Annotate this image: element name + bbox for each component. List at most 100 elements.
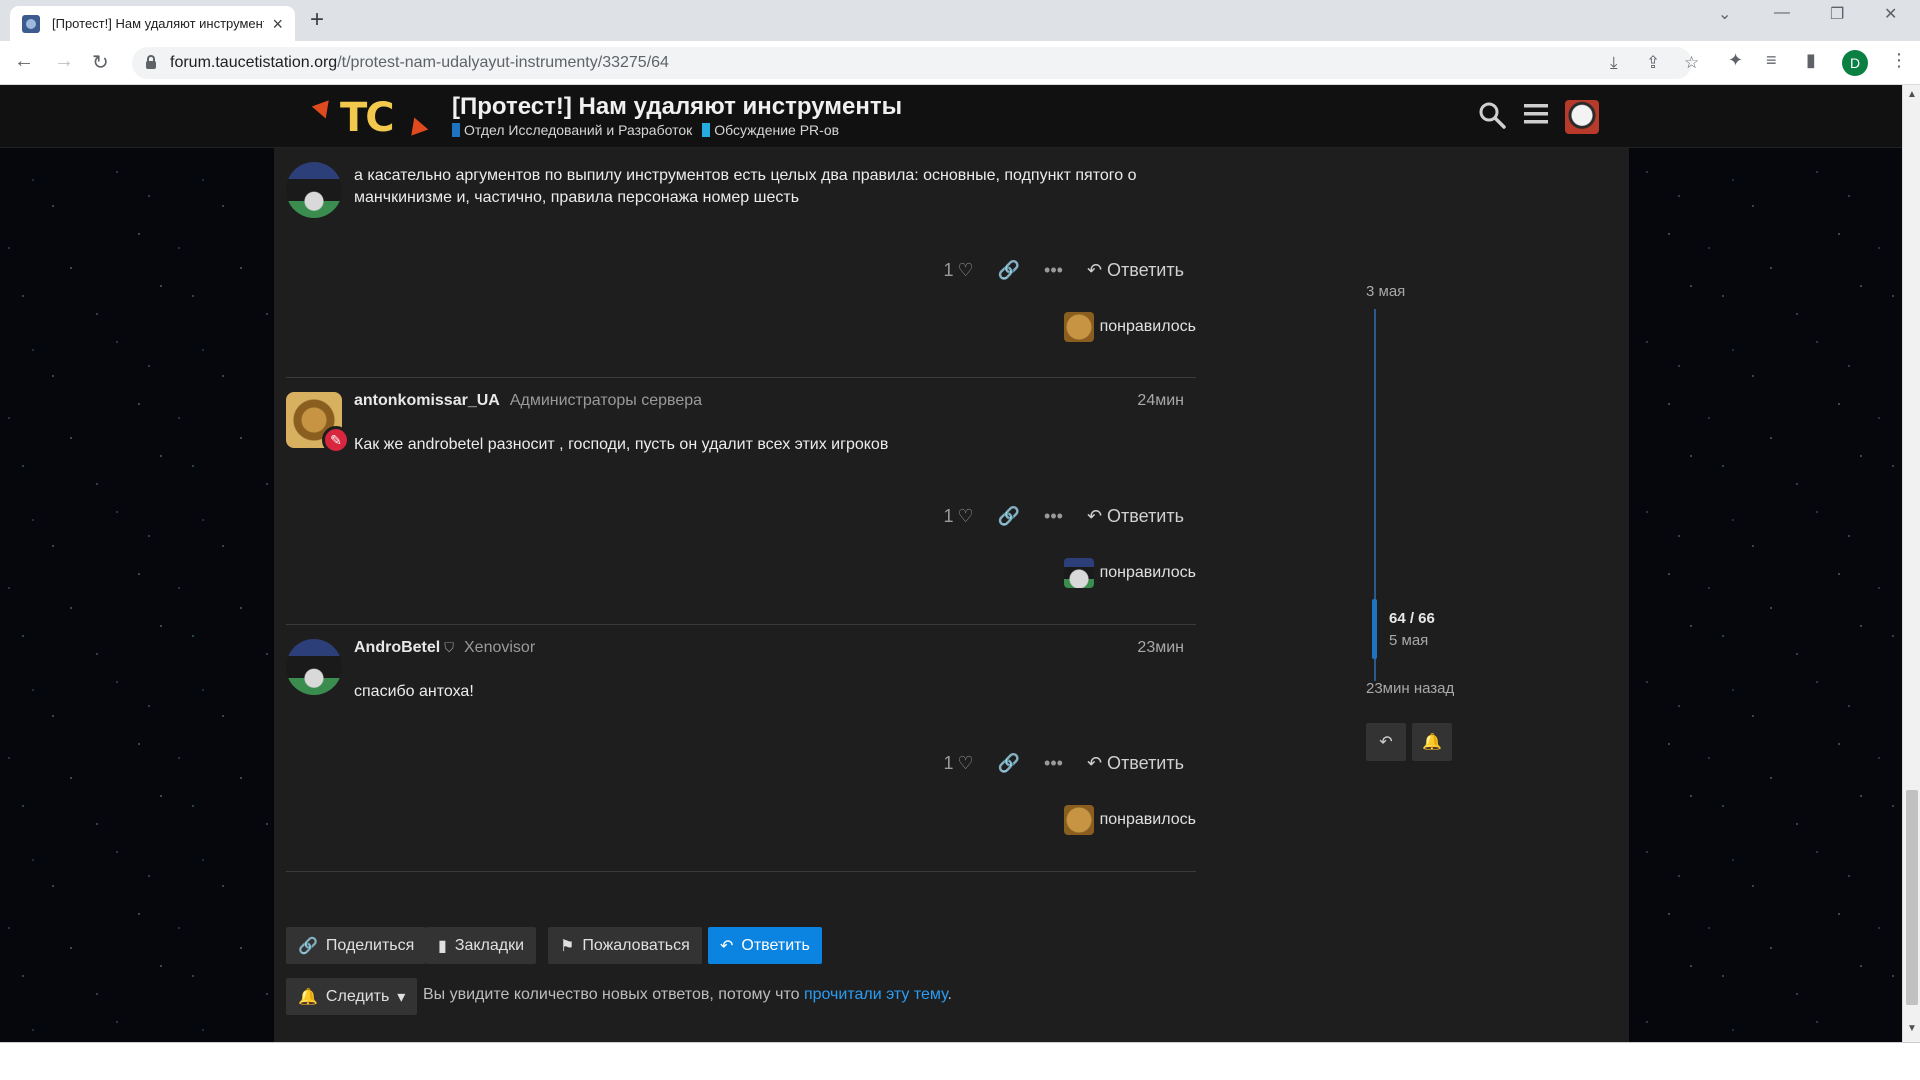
reply-arrow-icon: ↶ — [1086, 506, 1103, 526]
close-tab-icon[interactable]: × — [272, 15, 283, 33]
forward-icon[interactable]: → — [54, 50, 74, 73]
browser-tab[interactable]: [Протест!] Нам удаляют инструменты × — [10, 6, 295, 41]
new-tab-icon[interactable]: + — [310, 6, 324, 34]
post-item: ✎ antonkomissar_UA Администраторы сервер… — [286, 378, 1196, 625]
minimize-icon[interactable]: — — [1774, 4, 1790, 22]
notification-reason-end: . — [947, 986, 952, 1003]
reply-topic-button[interactable]: ↶ Ответить — [708, 927, 822, 964]
extensions-icon[interactable]: ✦ — [1728, 50, 1743, 71]
scroll-down-icon[interactable]: ▼ — [1907, 1023, 1917, 1034]
more-actions-icon[interactable]: ••• — [1044, 260, 1063, 281]
install-app-icon[interactable]: ⤓ — [1610, 53, 1618, 73]
profile-avatar[interactable]: D — [1842, 50, 1868, 76]
bookmark-star-icon[interactable]: ☆ — [1684, 53, 1699, 73]
page-viewport: TC [Протест!] Нам удаляют инструменты От… — [0, 85, 1902, 1042]
timeline-reply-button[interactable]: ↶ — [1366, 723, 1406, 761]
read-topic-link[interactable]: прочитали эту тему — [804, 986, 948, 1003]
moderator-badge-icon: ✎ — [322, 426, 350, 454]
post-user-title: Xenovisor — [464, 639, 536, 656]
liker-avatar[interactable] — [1063, 558, 1094, 588]
post-header: antonkomissar_UA Администраторы сервера … — [354, 392, 1184, 414]
notification-level-button[interactable]: 🔔 Следить ▾ — [286, 978, 418, 1015]
tab-search-icon[interactable]: ⌄ — [1718, 4, 1731, 24]
media-control-icon[interactable]: ≡ — [1766, 50, 1777, 71]
scrollbar-thumb[interactable] — [1906, 790, 1918, 1005]
bookmark-label: Закладки — [454, 936, 525, 954]
close-window-icon[interactable]: ✕ — [1884, 4, 1897, 24]
bookmark-button[interactable]: ▮ Закладки — [426, 927, 537, 964]
browser-tabbar: [Протест!] Нам удаляют инструменты × + ⌄… — [0, 0, 1920, 41]
post-text: Как же androbetel разносит , господи, пу… — [354, 436, 889, 453]
liker-avatar[interactable] — [1063, 805, 1094, 835]
restore-icon[interactable]: ❐ — [1830, 4, 1844, 24]
reply-button[interactable]: ↶ Ответить — [1087, 260, 1184, 281]
flag-icon: ⚑ — [560, 937, 575, 955]
chevron-down-icon: ▾ — [397, 988, 406, 1006]
notification-reason-text: Вы увидите количество новых ответов, пот… — [423, 986, 804, 1003]
category-link-pr[interactable]: Обсуждение PR-ов — [702, 122, 839, 138]
reply-topic-label: Ответить — [741, 936, 810, 954]
search-icon[interactable] — [1478, 101, 1506, 136]
reply-label: Ответить — [1107, 260, 1184, 280]
reply-button[interactable]: ↶ Ответить — [1087, 753, 1184, 774]
post-avatar[interactable] — [286, 162, 342, 218]
address-bar[interactable]: forum.taucetistation.org/t/protest-nam-u… — [132, 47, 1699, 79]
reply-arrow-icon: ↶ — [1086, 753, 1103, 773]
notification-level-label: Следить — [325, 987, 390, 1005]
reply-button[interactable]: ↶ Ответить — [1087, 506, 1184, 527]
timeline-notifications-button[interactable]: 🔔 — [1412, 723, 1452, 761]
more-actions-icon[interactable]: ••• — [1044, 753, 1063, 774]
notification-reason: Вы увидите количество новых ответов, пот… — [423, 986, 952, 1004]
logo-text: TC — [340, 95, 395, 141]
page-scrollbar[interactable]: ▲ ▼ — [1902, 85, 1920, 1042]
timeline-handle[interactable] — [1372, 599, 1377, 659]
bell-icon: 🔔 — [1422, 734, 1442, 751]
timeline-last-activity[interactable]: 23мин назад — [1366, 680, 1454, 697]
category-link-rnd[interactable]: Отдел Исследований и Разработок — [452, 122, 692, 138]
copy-link-icon[interactable]: 🔗 — [998, 506, 1020, 527]
bookmark-icon: ▮ — [438, 937, 447, 955]
site-logo[interactable]: TC — [310, 93, 430, 141]
post-date[interactable]: 24мин — [1137, 392, 1184, 410]
topic-title[interactable]: [Протест!] Нам удаляют инструменты — [452, 93, 902, 121]
user-avatar[interactable] — [1565, 100, 1599, 134]
category-color-swatch — [452, 123, 460, 137]
liked-by: понравилось — [1063, 805, 1196, 835]
logo-right-triangle — [405, 114, 429, 136]
category-label: Обсуждение PR-ов — [714, 122, 840, 138]
share-button[interactable]: 🔗 Поделиться — [286, 927, 427, 964]
liker-avatar[interactable] — [1063, 312, 1094, 342]
shield-icon: ⛉ — [444, 640, 454, 655]
copy-link-icon[interactable]: 🔗 — [998, 753, 1020, 774]
heart-icon: ♡ — [957, 260, 974, 280]
post-username[interactable]: antonkomissar_UA — [354, 392, 500, 410]
post-user-title: Администраторы сервера — [509, 392, 703, 409]
scroll-up-icon[interactable]: ▲ — [1907, 89, 1917, 100]
like-button[interactable]: 1 ♡ — [943, 260, 973, 281]
liked-label: понравилось — [1099, 564, 1196, 581]
browser-menu-icon[interactable]: ⋮ — [1890, 50, 1908, 71]
post-actions: 1 ♡ 🔗 ••• ↶ Ответить — [943, 753, 1184, 774]
timeline-start-date[interactable]: 3 мая — [1366, 283, 1405, 300]
side-panel-icon[interactable]: ▮ — [1806, 50, 1816, 71]
reload-icon[interactable]: ↻ — [92, 50, 109, 75]
post-item: а касательно аргументов по выпилу инстру… — [286, 148, 1196, 378]
post-actions: 1 ♡ 🔗 ••• ↶ Ответить — [943, 506, 1184, 527]
post-header: AndroBetel ⛉ Xenovisor 23мин — [354, 639, 1184, 661]
back-icon[interactable]: ← — [14, 50, 34, 73]
browser-toolbar: ← → ↻ forum.taucetistation.org/t/protest… — [0, 41, 1920, 85]
like-button[interactable]: 1 ♡ — [943, 753, 973, 774]
share-icon[interactable]: ⇪ — [1646, 53, 1660, 73]
post-date[interactable]: 23мин — [1137, 639, 1184, 657]
post-avatar[interactable] — [286, 639, 342, 695]
flag-button[interactable]: ⚑ Пожаловаться — [548, 927, 702, 964]
url-host: forum.taucetistation.org — [170, 54, 338, 71]
post-username[interactable]: AndroBetel — [354, 639, 440, 657]
tab-title: [Протест!] Нам удаляют инструменты — [52, 16, 265, 31]
like-button[interactable]: 1 ♡ — [943, 506, 973, 527]
copy-link-icon[interactable]: 🔗 — [998, 260, 1020, 281]
more-actions-icon[interactable]: ••• — [1044, 506, 1063, 527]
hamburger-menu-icon[interactable] — [1523, 101, 1549, 134]
flag-label: Пожаловаться — [582, 936, 690, 954]
reply-arrow-icon: ↶ — [1086, 260, 1103, 280]
